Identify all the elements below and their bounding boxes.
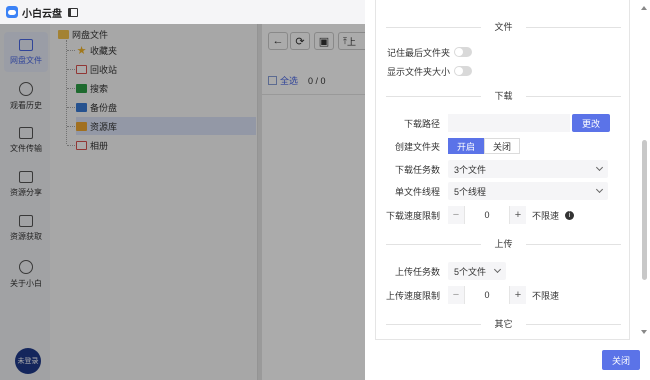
single-threads-value: 5个线程 xyxy=(454,186,487,197)
upload-tasks-select[interactable]: 5个文件 xyxy=(448,262,506,280)
section-download: 下载 xyxy=(376,89,629,103)
upload-tasks-row: 上传任务数 5个文件 xyxy=(376,261,629,281)
info-icon[interactable]: i xyxy=(565,210,575,220)
change-path-button[interactable]: 更改 xyxy=(572,114,610,132)
settings-drawer: 文件 记住最后文件夹 显示文件夹大小 下载 下载路径 更改 创建文件夹 开启 关… xyxy=(365,0,650,380)
create-folder-on-button[interactable]: 开启 xyxy=(448,138,485,154)
folder-size-label: 显示文件夹大小 xyxy=(386,66,450,77)
folder-size-row: 显示文件夹大小 xyxy=(376,61,629,81)
download-limit-stepper: − 0 + xyxy=(448,206,526,224)
upload-limit-stepper: − 0 + xyxy=(448,286,526,304)
create-folder-switch: 开启 关闭 xyxy=(448,138,521,154)
upload-limit-label: 上传速度限制 xyxy=(385,290,440,301)
decrement-button[interactable]: − xyxy=(448,289,464,301)
download-tasks-select[interactable]: 3个文件 xyxy=(448,160,608,178)
chevron-down-icon xyxy=(493,265,502,274)
section-upload: 上传 xyxy=(376,237,629,251)
upload-limit-unit: 不限速 xyxy=(532,290,560,301)
section-other: 其它 xyxy=(376,317,629,331)
app-title: 小白云盘 xyxy=(22,8,62,20)
scrollbar-thumb[interactable] xyxy=(642,140,647,280)
modal-overlay[interactable] xyxy=(0,24,365,380)
download-limit-value[interactable]: 0 xyxy=(464,206,510,224)
download-tasks-row: 下载任务数 3个文件 xyxy=(376,159,629,179)
download-limit-label: 下载速度限制 xyxy=(385,210,440,221)
scroll-up-arrow[interactable] xyxy=(641,6,647,10)
chevron-down-icon xyxy=(595,185,604,194)
remember-folder-toggle[interactable] xyxy=(454,47,472,57)
download-path-input[interactable] xyxy=(448,114,570,132)
upload-tasks-value: 5个文件 xyxy=(454,266,487,277)
section-file: 文件 xyxy=(376,20,629,34)
download-limit-row: 下载速度限制 − 0 + 不限速 i xyxy=(376,205,629,225)
sidebar-toggle-icon[interactable] xyxy=(68,7,78,17)
close-settings-button[interactable]: 关闭 xyxy=(602,350,640,370)
single-threads-label: 单文件线程 xyxy=(394,186,440,197)
remember-folder-row: 记住最后文件夹 xyxy=(376,42,629,62)
download-path-row: 下载路径 更改 xyxy=(376,113,629,133)
chevron-down-icon xyxy=(595,163,604,172)
create-folder-label: 创建文件夹 xyxy=(394,141,440,152)
download-limit-unit: 不限速 xyxy=(532,210,560,221)
increment-button[interactable]: + xyxy=(510,289,526,301)
download-tasks-label: 下载任务数 xyxy=(394,164,440,175)
settings-scroll-area: 文件 记住最后文件夹 显示文件夹大小 下载 下载路径 更改 创建文件夹 开启 关… xyxy=(375,0,630,340)
create-folder-off-button[interactable]: 关闭 xyxy=(484,138,521,154)
upload-limit-row: 上传速度限制 − 0 + 不限速 xyxy=(376,285,629,305)
upload-tasks-label: 上传任务数 xyxy=(394,266,440,277)
create-folder-row: 创建文件夹 开启 关闭 xyxy=(376,136,629,156)
download-path-label: 下载路径 xyxy=(403,118,440,129)
upload-limit-value[interactable]: 0 xyxy=(464,286,510,304)
app-logo-icon xyxy=(6,6,18,18)
download-tasks-value: 3个文件 xyxy=(454,164,487,175)
decrement-button[interactable]: − xyxy=(448,209,464,221)
single-threads-select[interactable]: 5个线程 xyxy=(448,182,608,200)
remember-folder-label: 记住最后文件夹 xyxy=(386,47,450,58)
folder-size-toggle[interactable] xyxy=(454,66,472,76)
increment-button[interactable]: + xyxy=(510,209,526,221)
scroll-down-arrow[interactable] xyxy=(641,330,647,334)
single-threads-row: 单文件线程 5个线程 xyxy=(376,181,629,201)
